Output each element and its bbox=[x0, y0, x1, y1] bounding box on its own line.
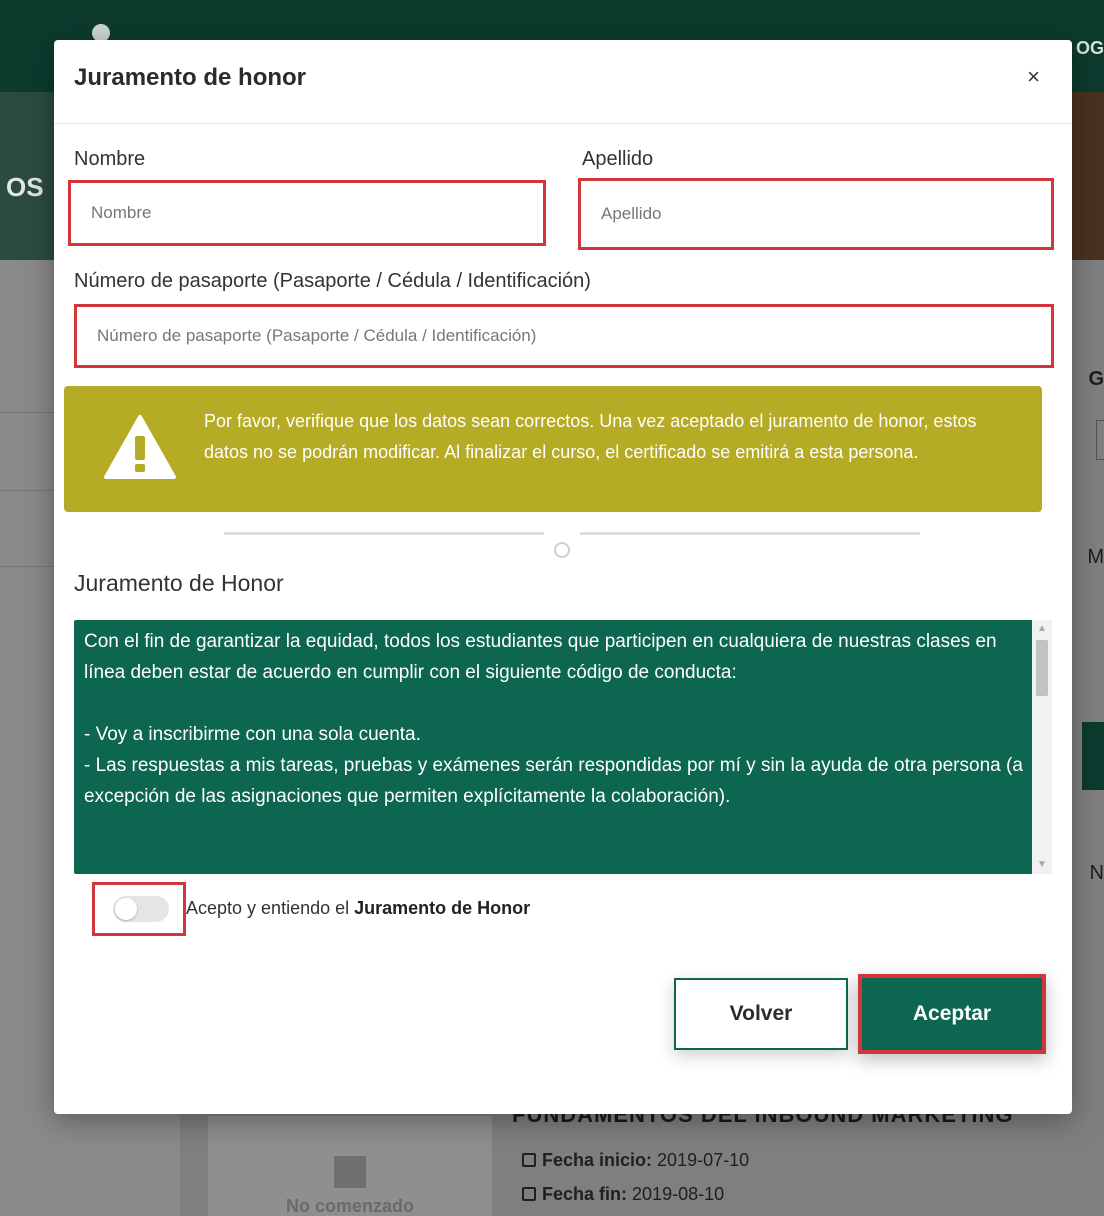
divider-left bbox=[224, 532, 544, 535]
divider-right bbox=[580, 532, 920, 535]
warning-alert: Por favor, verifique que los datos sean … bbox=[64, 386, 1042, 512]
volver-button[interactable]: Volver bbox=[674, 978, 848, 1050]
warning-text: Por favor, verifique que los datos sean … bbox=[204, 411, 977, 462]
nombre-label: Nombre bbox=[74, 148, 146, 170]
background-side-text: M bbox=[1087, 546, 1104, 568]
pasaporte-label: Número de pasaporte (Pasaporte / Cédula … bbox=[74, 270, 591, 292]
honor-paragraph: - Voy a inscribirme con una sola cuenta. bbox=[84, 724, 421, 745]
fecha-inicio: Fecha inicio: 2019-07-10 bbox=[522, 1150, 749, 1171]
hero-image bbox=[1072, 92, 1104, 260]
aceptar-button[interactable]: Aceptar bbox=[862, 978, 1042, 1050]
pasaporte-input[interactable] bbox=[77, 307, 1051, 365]
honor-paragraph: - Las respuestas a mis tareas, pruebas y… bbox=[84, 755, 1023, 807]
nombre-field-wrapper bbox=[68, 180, 546, 246]
close-icon[interactable]: × bbox=[1027, 64, 1040, 90]
course-status: No comenzado bbox=[285, 1196, 414, 1216]
accept-label: Acepto y entiendo el Juramento de Honor bbox=[186, 898, 531, 918]
pasaporte-field-wrapper bbox=[74, 304, 1054, 368]
apellido-input[interactable] bbox=[581, 181, 1051, 247]
fecha-fin: Fecha fin: 2019-08-10 bbox=[522, 1184, 724, 1205]
modal-header: Juramento de honor × bbox=[54, 40, 1072, 124]
nombre-input[interactable] bbox=[71, 183, 543, 243]
scroll-up-icon[interactable]: ▲ bbox=[1032, 620, 1052, 638]
apellido-field-wrapper bbox=[578, 178, 1054, 250]
apellido-label: Apellido bbox=[582, 148, 654, 170]
background-side-text: G bbox=[1088, 368, 1104, 390]
background-side-button bbox=[1082, 722, 1104, 790]
aceptar-button-wrapper: Aceptar bbox=[858, 974, 1046, 1054]
accept-toggle[interactable] bbox=[113, 896, 169, 922]
background-side-text: N bbox=[1089, 862, 1104, 884]
placeholder-image-icon bbox=[334, 1156, 366, 1188]
calendar-icon bbox=[522, 1153, 536, 1167]
modal-title: Juramento de honor bbox=[74, 64, 307, 91]
warning-triangle-icon bbox=[104, 415, 176, 479]
divider-dot-icon bbox=[554, 542, 570, 558]
scroll-down-icon[interactable]: ▼ bbox=[1032, 856, 1052, 874]
honor-scrollbar[interactable]: ▲ ▼ bbox=[1032, 620, 1052, 874]
topbar-right-text: OG bbox=[1075, 38, 1104, 58]
calendar-icon bbox=[522, 1187, 536, 1201]
scroll-thumb[interactable] bbox=[1036, 640, 1048, 696]
honor-text-box: Con el fin de garantizar la equidad, tod… bbox=[74, 620, 1052, 874]
hero-text: OS bbox=[6, 172, 44, 202]
honor-modal: Juramento de honor × Nombre Apellido Núm… bbox=[54, 40, 1072, 1114]
toggle-knob bbox=[115, 898, 137, 920]
honor-section-title: Juramento de Honor bbox=[74, 570, 284, 596]
honor-text: Con el fin de garantizar la equidad, tod… bbox=[84, 626, 1024, 812]
accept-toggle-wrapper bbox=[92, 882, 186, 936]
honor-paragraph bbox=[84, 688, 1024, 719]
background-side-box bbox=[1096, 420, 1104, 460]
honor-paragraph: Con el fin de garantizar la equidad, tod… bbox=[84, 631, 997, 683]
course-card-image: No comenzado bbox=[208, 1116, 492, 1216]
